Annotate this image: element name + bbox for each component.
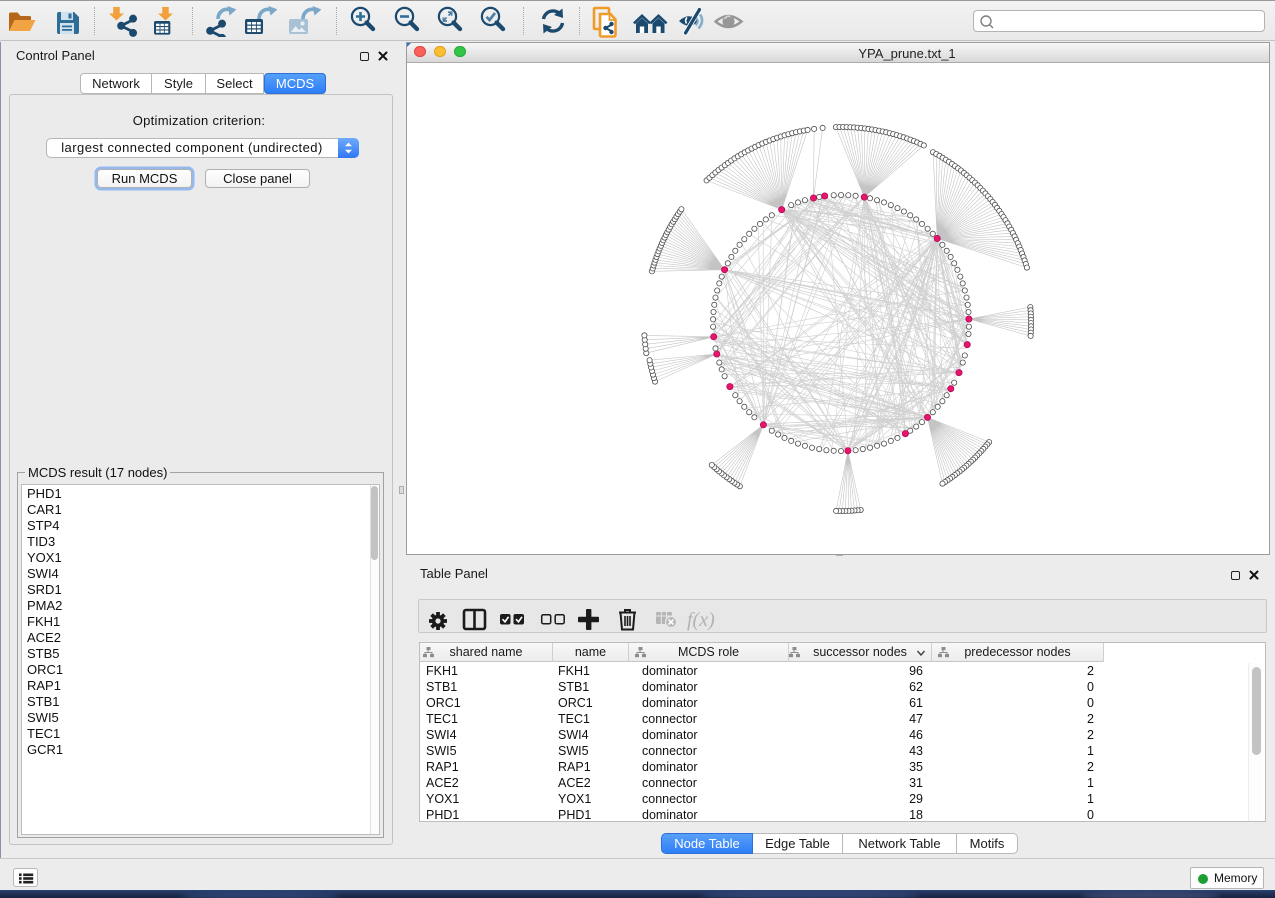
svg-text:f(x): f(x) <box>687 609 715 631</box>
